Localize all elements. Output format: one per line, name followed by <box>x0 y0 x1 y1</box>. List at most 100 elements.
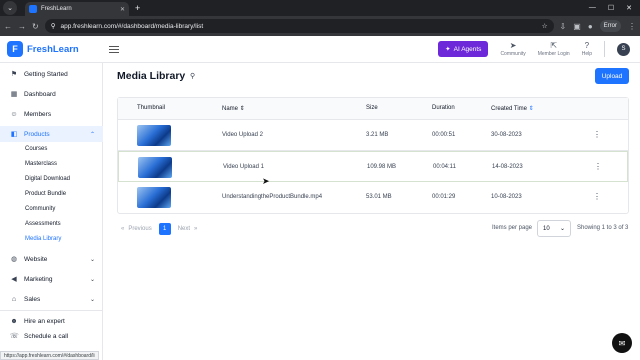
sidebar-subitem-digital-download[interactable]: Digital Download <box>25 176 70 182</box>
next-page-button[interactable]: Next <box>178 226 190 232</box>
sidebar-item-sales[interactable]: ⌂ Sales ⌄ <box>0 291 103 307</box>
upload-button[interactable]: Upload <box>595 68 629 84</box>
member-login-link[interactable]: ⇱ Member Login <box>538 41 570 57</box>
extensions-icon[interactable]: ▣ <box>573 22 581 31</box>
sidebar-item-schedule-call[interactable]: ☏ Schedule a call <box>0 328 103 344</box>
account-icon[interactable]: ● <box>588 22 593 31</box>
more-options-icon[interactable]: ⋮ <box>594 162 602 171</box>
back-icon[interactable]: ← <box>4 22 12 31</box>
table-header: Thumbnail Name ⇕ Size Duration Created T… <box>118 98 628 120</box>
menu-toggle-icon[interactable] <box>109 45 119 53</box>
video-thumbnail[interactable] <box>137 125 171 146</box>
download-icon[interactable]: ⇩ <box>560 22 567 31</box>
sidebar-item-members[interactable]: ☺ Members <box>0 106 103 122</box>
sparkle-icon: ✦ <box>445 46 451 53</box>
pagination: « Previous 1 Next » <box>121 223 197 235</box>
sidebar-item-label: Members <box>24 110 52 118</box>
megaphone-icon: ◀ <box>11 276 17 283</box>
chat-icon: ✉ <box>618 338 626 348</box>
sidebar-item-label: Hire an expert <box>24 317 65 325</box>
more-options-icon[interactable]: ⋮ <box>593 130 601 139</box>
browser-menu-icon[interactable]: ⋮ <box>628 22 636 31</box>
file-name[interactable]: UnderstandingtheProductBundle.mp4 <box>222 194 322 200</box>
chat-support-button[interactable]: ✉ <box>612 333 632 353</box>
new-tab-button[interactable]: + <box>135 3 140 13</box>
file-duration: 00:01:29 <box>432 194 456 200</box>
column-size: Size <box>366 105 378 111</box>
items-per-page-select[interactable]: 10 ⌄ <box>537 220 571 237</box>
file-created: 30-08-2023 <box>491 132 522 138</box>
file-name[interactable]: Video Upload 2 <box>222 132 263 138</box>
reload-icon[interactable]: ↻ <box>32 22 39 31</box>
search-icon[interactable]: ⚲ <box>190 72 195 80</box>
sidebar-item-hire-expert[interactable]: ☻ Hire an expert <box>0 313 103 329</box>
sidebar-item-website[interactable]: ◍ Website ⌄ <box>0 251 103 267</box>
sidebar-subitem-media-library[interactable]: Media Library <box>25 236 61 242</box>
bank-icon: ⌂ <box>11 295 17 303</box>
sidebar-item-label: Sales <box>24 295 41 303</box>
sidebar-item-label: Website <box>24 255 48 263</box>
page-number-button[interactable]: 1 <box>158 223 171 235</box>
header-divider <box>604 41 605 57</box>
column-duration: Duration <box>432 105 455 111</box>
column-created-label: Created Time <box>491 106 528 112</box>
video-thumbnail[interactable] <box>137 187 171 208</box>
sidebar-subitem-assessments[interactable]: Assessments <box>25 221 61 227</box>
sidebar-subitem-community[interactable]: Community <box>25 206 55 212</box>
file-duration: 00:00:51 <box>432 132 456 138</box>
showing-count: Showing 1 to 3 of 3 <box>577 225 629 231</box>
bookmark-icon[interactable]: ☆ <box>542 22 548 30</box>
sidebar-item-dashboard[interactable]: ▦ Dashboard <box>0 86 103 102</box>
help-link[interactable]: ? Help <box>582 41 592 57</box>
avatar[interactable]: S <box>617 42 630 56</box>
chevron-down-icon: ⌄ <box>559 226 565 232</box>
previous-page-button[interactable]: Previous <box>128 226 151 232</box>
chevron-up-icon: ⌃ <box>89 131 95 138</box>
sidebar-subitem-product-bundle[interactable]: Product Bundle <box>25 191 66 197</box>
community-link[interactable]: ➤ Community <box>500 41 525 57</box>
globe-icon: ◍ <box>10 256 18 263</box>
page-title: Media Library <box>117 70 186 82</box>
browser-tab[interactable]: FreshLearn ✕ <box>25 2 129 16</box>
next-chevron-icon: » <box>194 226 198 232</box>
site-info-icon[interactable]: ⚲ <box>51 22 56 30</box>
chevron-down-icon: ⌄ <box>89 256 95 263</box>
close-window-icon[interactable]: ✕ <box>626 4 632 12</box>
maximize-icon[interactable]: ☐ <box>608 4 614 12</box>
url-field[interactable]: ⚲ app.freshlearn.com/#/dashboard/media-l… <box>44 19 554 33</box>
media-table: Thumbnail Name ⇕ Size Duration Created T… <box>117 97 629 214</box>
items-per-page-value: 10 <box>543 225 550 232</box>
video-thumbnail[interactable] <box>138 157 172 178</box>
column-created-time[interactable]: Created Time ⇕ <box>491 105 534 112</box>
file-created: 14-08-2023 <box>492 164 523 170</box>
brand-logo[interactable]: F FreshLearn <box>7 41 102 57</box>
forward-icon[interactable]: → <box>18 22 26 31</box>
sidebar: ⚑ Getting Started ▦ Dashboard ☺ Members … <box>0 63 103 360</box>
sidebar-item-getting-started[interactable]: ⚑ Getting Started <box>0 66 103 82</box>
ai-agents-button[interactable]: ✦ AI Agents <box>438 41 489 57</box>
sidebar-item-label: Getting Started <box>24 70 68 78</box>
sidebar-item-marketing[interactable]: ◀ Marketing ⌄ <box>0 271 103 287</box>
sidebar-subitem-courses[interactable]: Courses <box>25 146 47 152</box>
sidebar-item-products[interactable]: ◧ Products ⌃ <box>0 126 103 142</box>
file-duration: 00:04:11 <box>433 164 456 170</box>
sort-icon[interactable]: ⇕ <box>240 106 245 112</box>
items-per-page-label: Items per page <box>492 225 533 231</box>
file-size: 109.98 MB <box>367 164 397 170</box>
more-options-icon[interactable]: ⋮ <box>593 192 601 201</box>
minimize-icon[interactable]: — <box>589 4 596 12</box>
file-name[interactable]: Video Upload 1 <box>223 164 264 170</box>
sort-active-icon[interactable]: ⇕ <box>529 106 534 112</box>
dashboard-icon: ▦ <box>10 91 18 98</box>
header-actions: ✦ AI Agents ➤ Community ⇱ Member Login ?… <box>438 41 630 57</box>
tab-search-icon[interactable]: ⌄ <box>3 1 17 15</box>
table-row[interactable]: Video Upload 2 3.21 MB 00:00:51 30-08-20… <box>118 120 628 151</box>
mouse-cursor-icon: ➤ <box>262 176 270 186</box>
column-name[interactable]: Name ⇕ <box>222 105 245 112</box>
expert-icon: ☻ <box>10 317 18 325</box>
tab-close-icon[interactable]: ✕ <box>120 6 125 13</box>
table-row[interactable]: UnderstandingtheProductBundle.mp4 53.01 … <box>118 182 628 213</box>
profile-error-chip[interactable]: Error <box>599 20 621 32</box>
table-row[interactable]: Video Upload 1 109.98 MB 00:04:11 14-08-… <box>118 151 628 182</box>
sidebar-subitem-masterclass[interactable]: Masterclass <box>25 161 57 167</box>
